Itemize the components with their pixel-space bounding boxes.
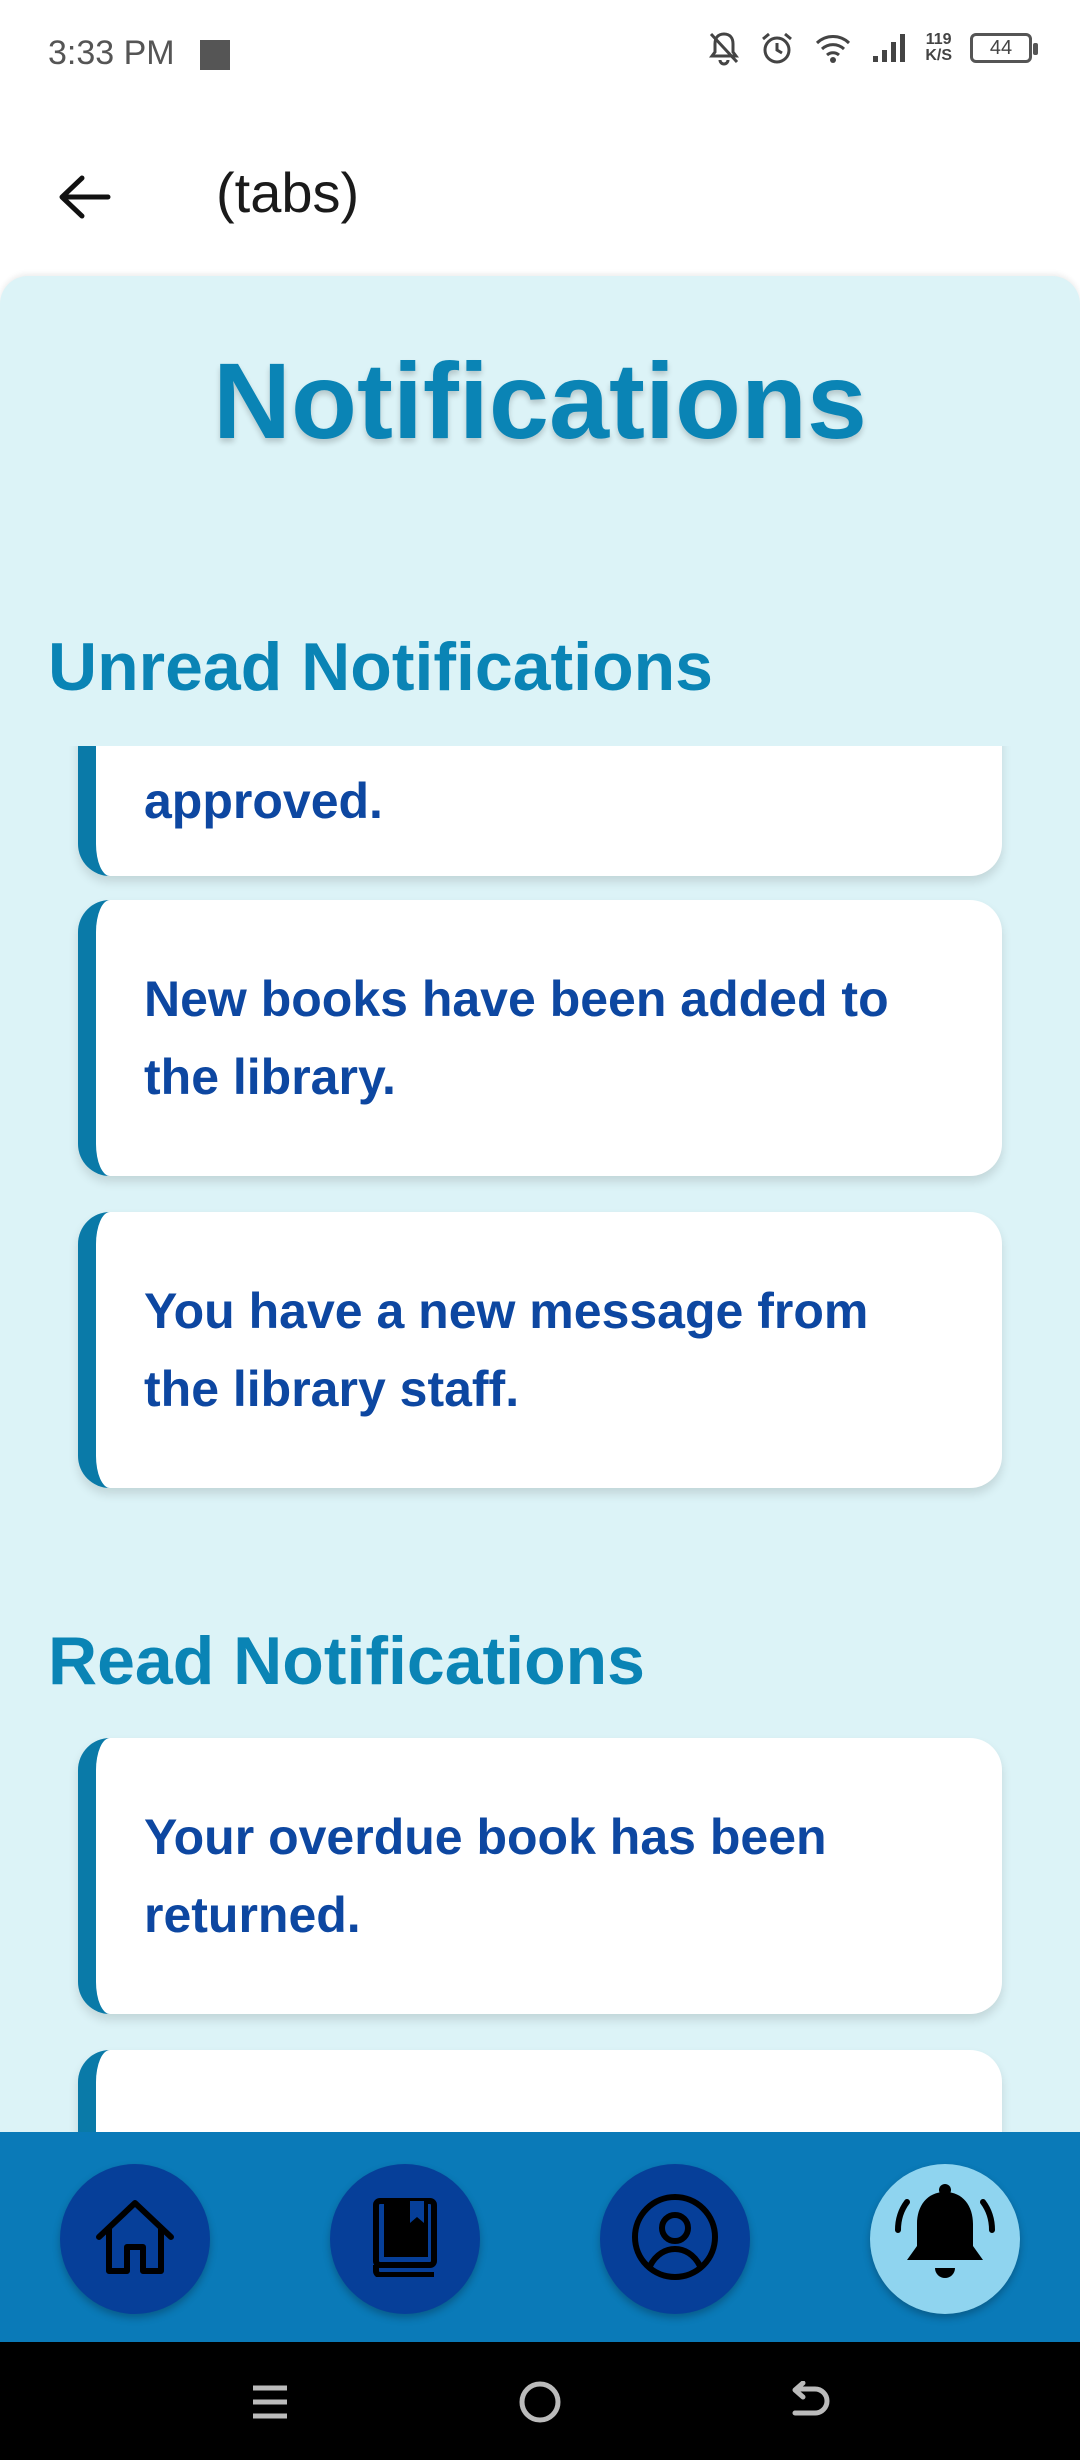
back-icon[interactable] bbox=[780, 2372, 840, 2432]
status-icons: 119 K/S 44 bbox=[707, 30, 1038, 66]
nav-profile-button[interactable] bbox=[600, 2164, 750, 2314]
net-speed: 119 K/S bbox=[925, 32, 952, 64]
unread-section-title: Unread Notifications bbox=[48, 629, 713, 705]
notification-text: Your overdue book has been returned. bbox=[144, 1809, 827, 1943]
status-bar: 3:33 PM 119 K/S 44 bbox=[0, 0, 1080, 110]
battery-icon: 44 bbox=[970, 33, 1038, 63]
notification-text: You have a new message from the library … bbox=[144, 1283, 869, 1417]
header-title: (tabs) bbox=[216, 161, 360, 224]
nav-books-button[interactable] bbox=[330, 2164, 480, 2314]
app-header: (tabs) bbox=[0, 110, 1080, 276]
bell-icon bbox=[893, 2182, 997, 2297]
status-time: 3:33 PM bbox=[48, 34, 175, 72]
book-icon bbox=[370, 2197, 440, 2282]
read-section-title: Read Notifications bbox=[48, 1623, 645, 1699]
back-arrow-icon[interactable] bbox=[50, 162, 120, 232]
mute-bell-icon bbox=[707, 30, 741, 66]
notification-text: New books have been added to the library… bbox=[144, 971, 889, 1105]
notifications-content[interactable]: Notifications Unread Notifications appro… bbox=[0, 276, 1080, 2132]
notification-card[interactable]: You have a new message from the library … bbox=[78, 1212, 1002, 1488]
net-speed-value: 119 bbox=[925, 31, 952, 48]
notification-card[interactable]: approved. bbox=[78, 746, 1002, 876]
alarm-icon bbox=[759, 30, 795, 66]
stop-icon bbox=[200, 40, 230, 70]
notification-card[interactable]: New books have been added to the library… bbox=[78, 900, 1002, 1176]
net-speed-unit: K/S bbox=[925, 47, 952, 64]
system-nav-bar bbox=[0, 2342, 1080, 2460]
signal-icon bbox=[871, 32, 907, 64]
menu-icon[interactable] bbox=[240, 2372, 300, 2432]
notification-card[interactable]: Your overdue book has been returned. bbox=[78, 1738, 1002, 2014]
home-icon bbox=[91, 2195, 179, 2284]
profile-icon bbox=[630, 2192, 720, 2287]
page-title: Notifications bbox=[212, 340, 867, 461]
notification-card[interactable] bbox=[78, 2050, 1002, 2132]
wifi-icon bbox=[813, 31, 853, 65]
home-circle-icon[interactable] bbox=[510, 2372, 570, 2432]
bottom-nav bbox=[0, 2132, 1080, 2342]
nav-notifications-button[interactable] bbox=[870, 2164, 1020, 2314]
notification-text: approved. bbox=[144, 773, 383, 829]
nav-home-button[interactable] bbox=[60, 2164, 210, 2314]
